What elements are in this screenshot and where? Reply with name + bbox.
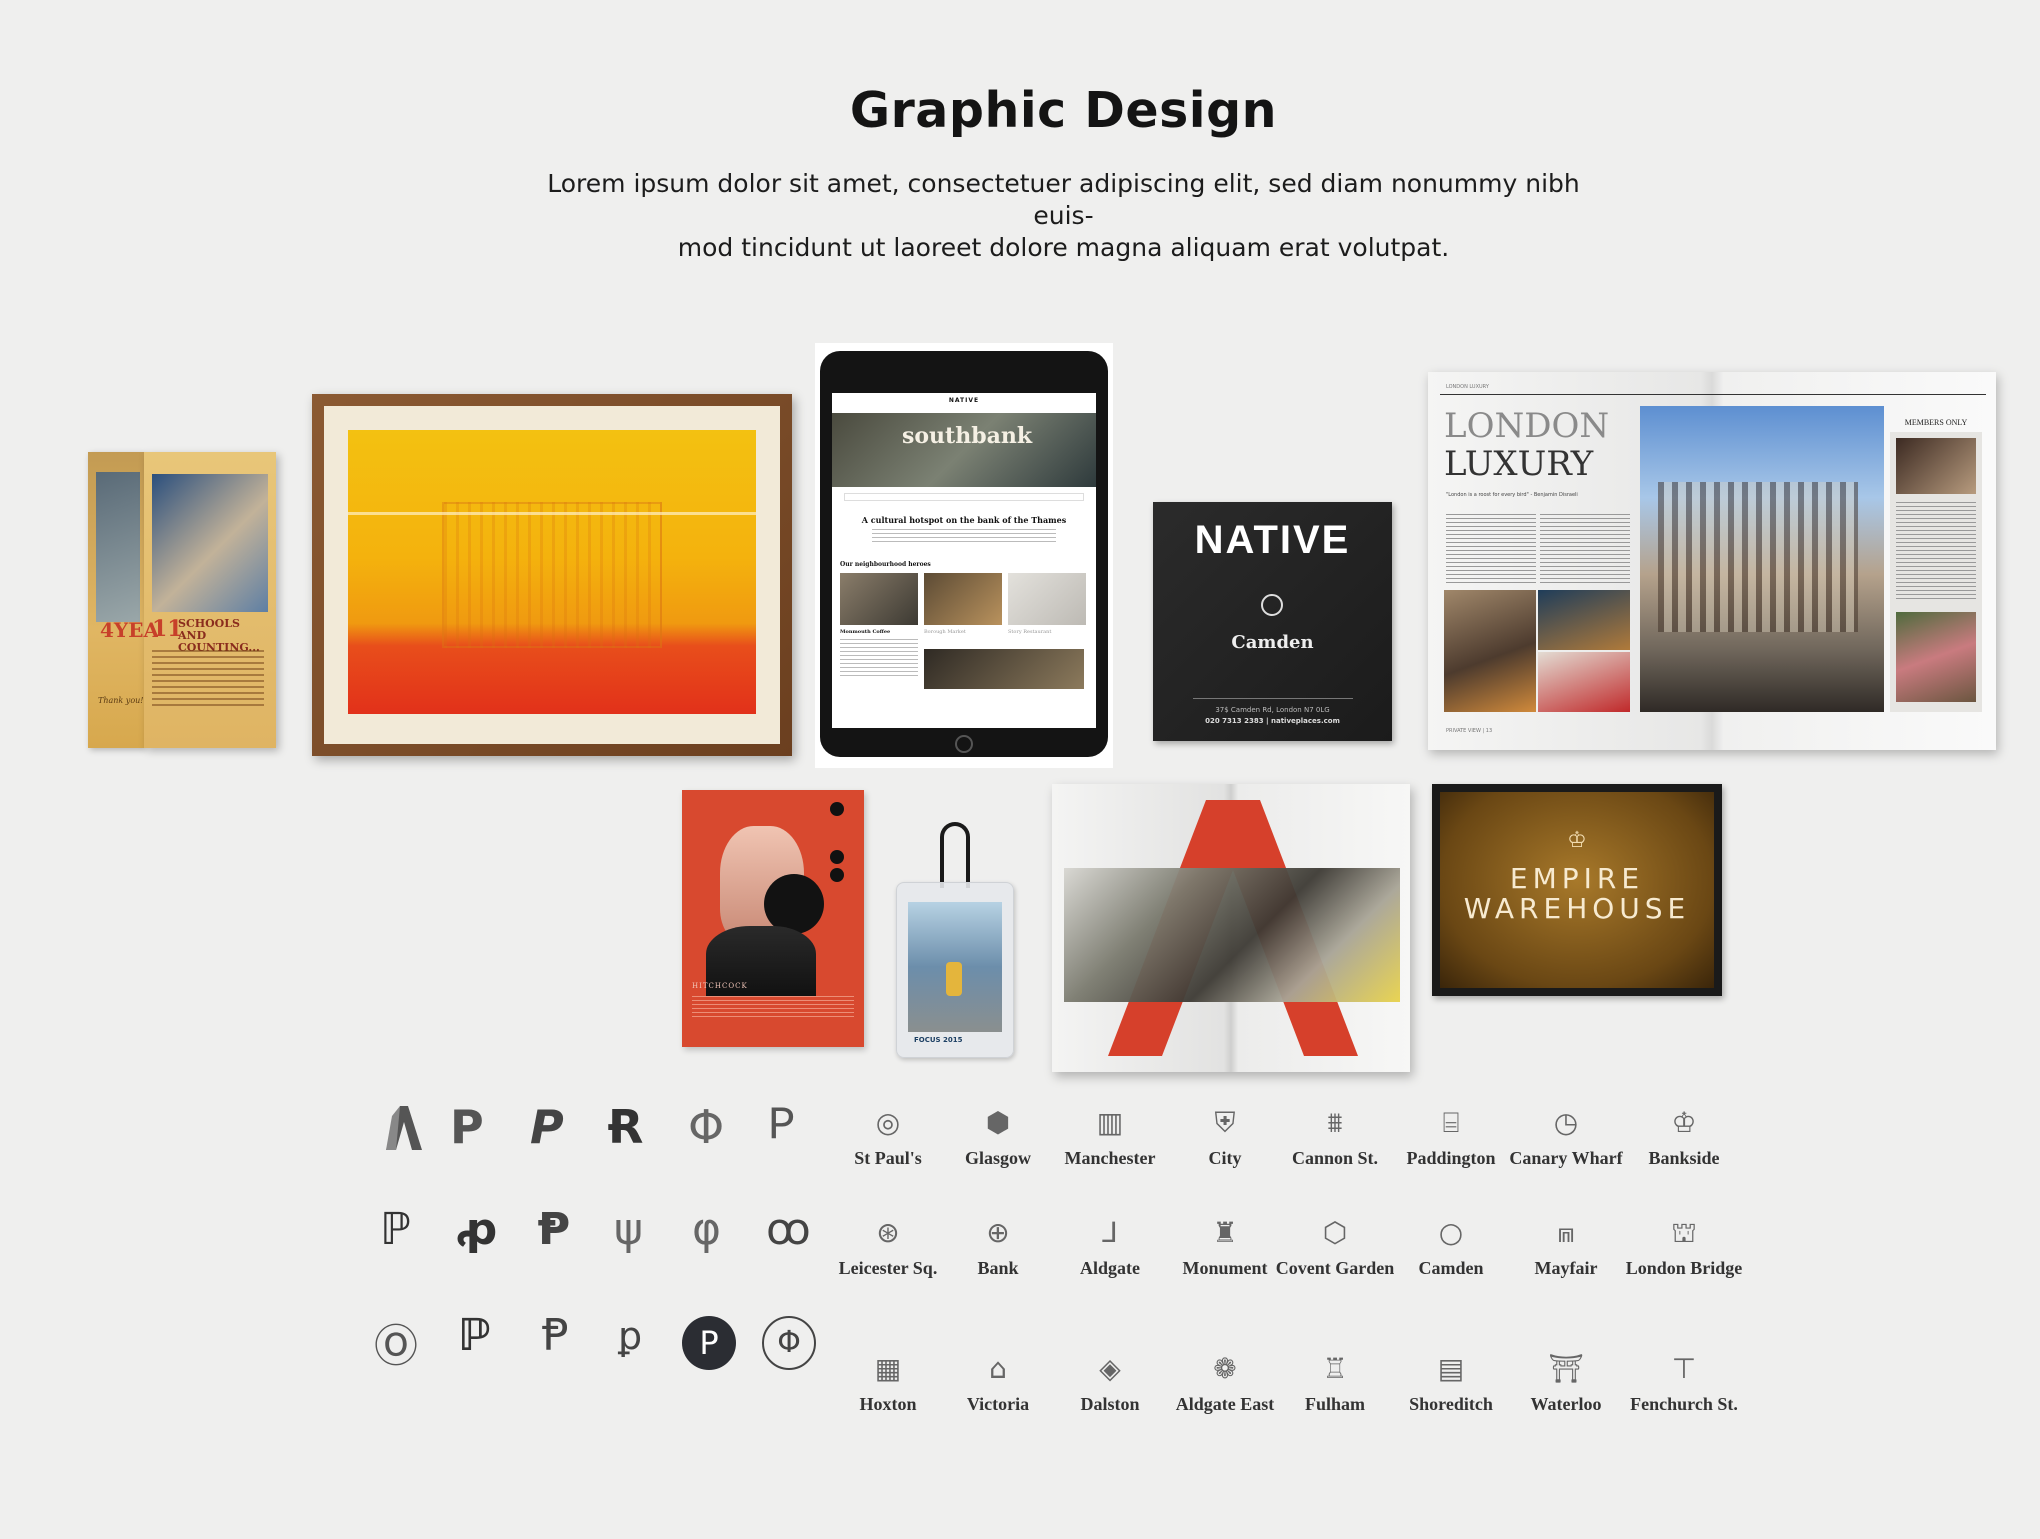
brochure-big-text: 4YEA: [100, 618, 158, 642]
monogram-p-icon: Ᵽ: [542, 1310, 569, 1361]
native-card-place: Camden: [1231, 632, 1314, 653]
magazine-spread[interactable]: LONDON LUXURY LONDON LUXURY "London is a…: [1428, 372, 1996, 750]
location-label[interactable]: Shoreditch: [1386, 1394, 1516, 1415]
arches-icon: ⩩: [1327, 1106, 1343, 1139]
native-card[interactable]: NATIVE Camden 37$ Camden Rd, London N7 0…: [1153, 502, 1392, 741]
empire-line-2: WAREHOUSE: [1463, 892, 1691, 925]
diamond-icon: ◈: [1099, 1352, 1121, 1385]
location-label[interactable]: Waterloo: [1501, 1394, 1631, 1415]
magazine-kicker: LONDON LUXURY: [1446, 384, 1489, 390]
location-label[interactable]: Canary Wharf: [1501, 1148, 1631, 1169]
monogram-p-icon: P: [768, 1100, 796, 1152]
camden-ring-icon: [1261, 594, 1283, 616]
monogram-p-icon: φ: [692, 1204, 722, 1255]
magazine-title-1: LONDON: [1444, 406, 1610, 446]
magazine-quote: "London is a roost for every bird" - Ben…: [1446, 492, 1578, 498]
location-label[interactable]: Mayfair: [1501, 1258, 1631, 1279]
station-icon: ⌸: [1442, 1106, 1460, 1139]
framed-print[interactable]: [312, 394, 792, 756]
brochure-mockup[interactable]: 4YEA 11 SCHOOLS AND COUNTING... Thank yo…: [88, 452, 276, 748]
thistle-icon: ⬢: [985, 1106, 1011, 1139]
monogram-rp-icon: Ɍ: [608, 1100, 644, 1154]
monogram-p-icon: P: [682, 1316, 736, 1370]
monogram-a-icon: [386, 1106, 422, 1150]
location-icon-grid: ◎ St Paul's ⬢ Glasgow ▥ Manchester ⛨ Cit…: [823, 1108, 1763, 1428]
page-title: Graphic Design: [849, 82, 1278, 139]
pump-icon: ⅃: [1102, 1216, 1118, 1249]
location-label[interactable]: Camden: [1386, 1258, 1516, 1279]
intro-line-1: Lorem ipsum dolor sit amet, consectetuer…: [547, 169, 1580, 230]
shard-icon: ⌂: [989, 1352, 1007, 1385]
coin-icon: ⊕: [986, 1216, 1010, 1249]
temple-icon: ⛩: [1548, 1352, 1584, 1385]
poster-caption: HITCHCOCK: [692, 982, 748, 990]
location-label[interactable]: Manchester: [1045, 1148, 1175, 1169]
tablet-card-2[interactable]: Borough Market: [924, 629, 966, 635]
bridge-icon: ⛫: [1671, 1216, 1697, 1249]
intro-paragraph: Lorem ipsum dolor sit amet, consectetuer…: [520, 168, 1607, 264]
location-label[interactable]: Aldgate: [1045, 1258, 1175, 1279]
stripes-icon: ▤: [1437, 1352, 1465, 1385]
tablet-headline: A cultural hotspot on the bank of the Th…: [861, 515, 1067, 525]
tablet-mockup[interactable]: NATIVE southbank A cultural hotspot on t…: [815, 343, 1113, 768]
magazine-title-2: LUXURY: [1444, 444, 1594, 484]
location-label[interactable]: Bankside: [1619, 1148, 1749, 1169]
native-card-contact: 020 7313 2383 | nativeplaces.com: [1205, 717, 1340, 725]
location-label[interactable]: Fenchurch St.: [1619, 1394, 1749, 1415]
tablet-hero-text: southbank: [902, 423, 1033, 449]
hexagon-icon: ⬡: [1322, 1216, 1348, 1249]
native-card-address: 37$ Camden Rd, London N7 0LG: [1215, 706, 1330, 714]
monogram-pp-icon: ꝓ: [456, 1204, 498, 1255]
location-label[interactable]: Victoria: [933, 1394, 1063, 1415]
monogram-grid: P P Ɍ Φ P ℙ ꝓ Ᵽ ψ φ ꝏ Ⓞ ℙ Ᵽ ꝑ P Φ: [370, 1100, 830, 1380]
monogram-p-icon: Ⓞ: [374, 1321, 418, 1372]
intro-line-2: mod tincidunt ut laoreet dolore magna al…: [677, 233, 1450, 262]
monogram-pp-icon: ꝏ: [766, 1204, 811, 1255]
magazine-members-label: MEMBERS ONLY: [1904, 418, 1968, 427]
crown-icon: ♔: [1671, 1106, 1697, 1139]
monogram-p-icon: ψ: [614, 1204, 644, 1255]
open-book[interactable]: [1052, 784, 1410, 1072]
location-label[interactable]: Fulham: [1270, 1394, 1400, 1415]
lanyard-caption: FOCUS 2015: [914, 1036, 963, 1044]
brochure-signature: Thank you!: [98, 696, 144, 705]
tablet-card-1[interactable]: Monmouth Coffee: [840, 629, 890, 635]
location-label[interactable]: Paddington: [1386, 1148, 1516, 1169]
location-label[interactable]: Bank: [933, 1258, 1063, 1279]
tablet-brand: NATIVE: [948, 397, 980, 404]
monogram-pp-icon: ℙ: [458, 1310, 491, 1361]
building-icon: ▥: [1096, 1106, 1124, 1139]
location-label[interactable]: Glasgow: [933, 1148, 1063, 1169]
monogram-p-icon: Ᵽ: [538, 1204, 571, 1255]
ring-icon: ○: [1438, 1216, 1464, 1249]
monogram-p-icon: ꝑ: [618, 1314, 643, 1358]
tablet-search-bar[interactable]: [844, 493, 1084, 501]
tablet-home-button[interactable]: [955, 735, 973, 753]
monogram-p-icon: P: [530, 1100, 564, 1154]
empire-warehouse-sign[interactable]: ♔ EMPIRE WAREHOUSE: [1432, 784, 1722, 996]
clock-icon: ◷: [1553, 1106, 1579, 1139]
empire-line-1: EMPIRE: [1509, 862, 1645, 895]
crown-icon: ♔: [1567, 828, 1587, 853]
monogram-p-icon: Φ: [762, 1316, 816, 1370]
magazine-footer: PRIVATE VIEW | 13: [1446, 728, 1493, 734]
location-label[interactable]: Covent Garden: [1270, 1258, 1400, 1279]
castle-icon: ♖: [1322, 1352, 1348, 1385]
monogram-p-icon: P: [450, 1100, 484, 1154]
monogram-pp-icon: ℙ: [380, 1204, 411, 1255]
brochure-heading: SCHOOLS AND COUNTING...: [178, 617, 260, 654]
monogram-p-icon: Φ: [688, 1100, 725, 1154]
location-label[interactable]: London Bridge: [1619, 1258, 1749, 1279]
canopy-icon: ⊤: [1671, 1352, 1697, 1385]
location-label[interactable]: Cannon St.: [1270, 1148, 1400, 1169]
doorway-icon: ⩎: [1558, 1216, 1574, 1249]
location-label[interactable]: Dalston: [1045, 1394, 1175, 1415]
tablet-section-heading: Our neighbourhood heroes: [840, 561, 931, 568]
tablet-card-3[interactable]: Story Restaurant: [1008, 629, 1051, 635]
red-poster[interactable]: HITCHCOCK: [682, 790, 864, 1047]
native-card-brand: NATIVE: [1194, 518, 1351, 562]
lanyard-badge[interactable]: FOCUS 2015: [896, 822, 1014, 1062]
